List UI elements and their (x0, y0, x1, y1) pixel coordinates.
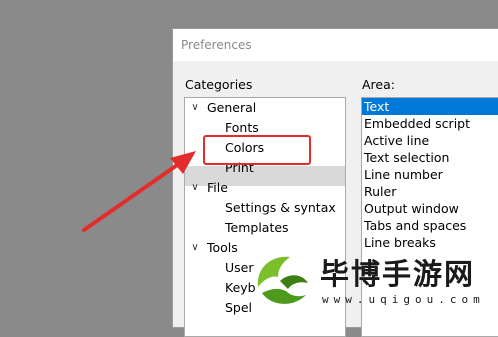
watermark-text: 毕博手游网 (320, 257, 476, 291)
watermark-url: www.uqigou.com (322, 293, 485, 306)
watermark: 毕博手游网 www.uqigou.com (248, 247, 498, 314)
leaf-logo-icon (255, 256, 309, 310)
